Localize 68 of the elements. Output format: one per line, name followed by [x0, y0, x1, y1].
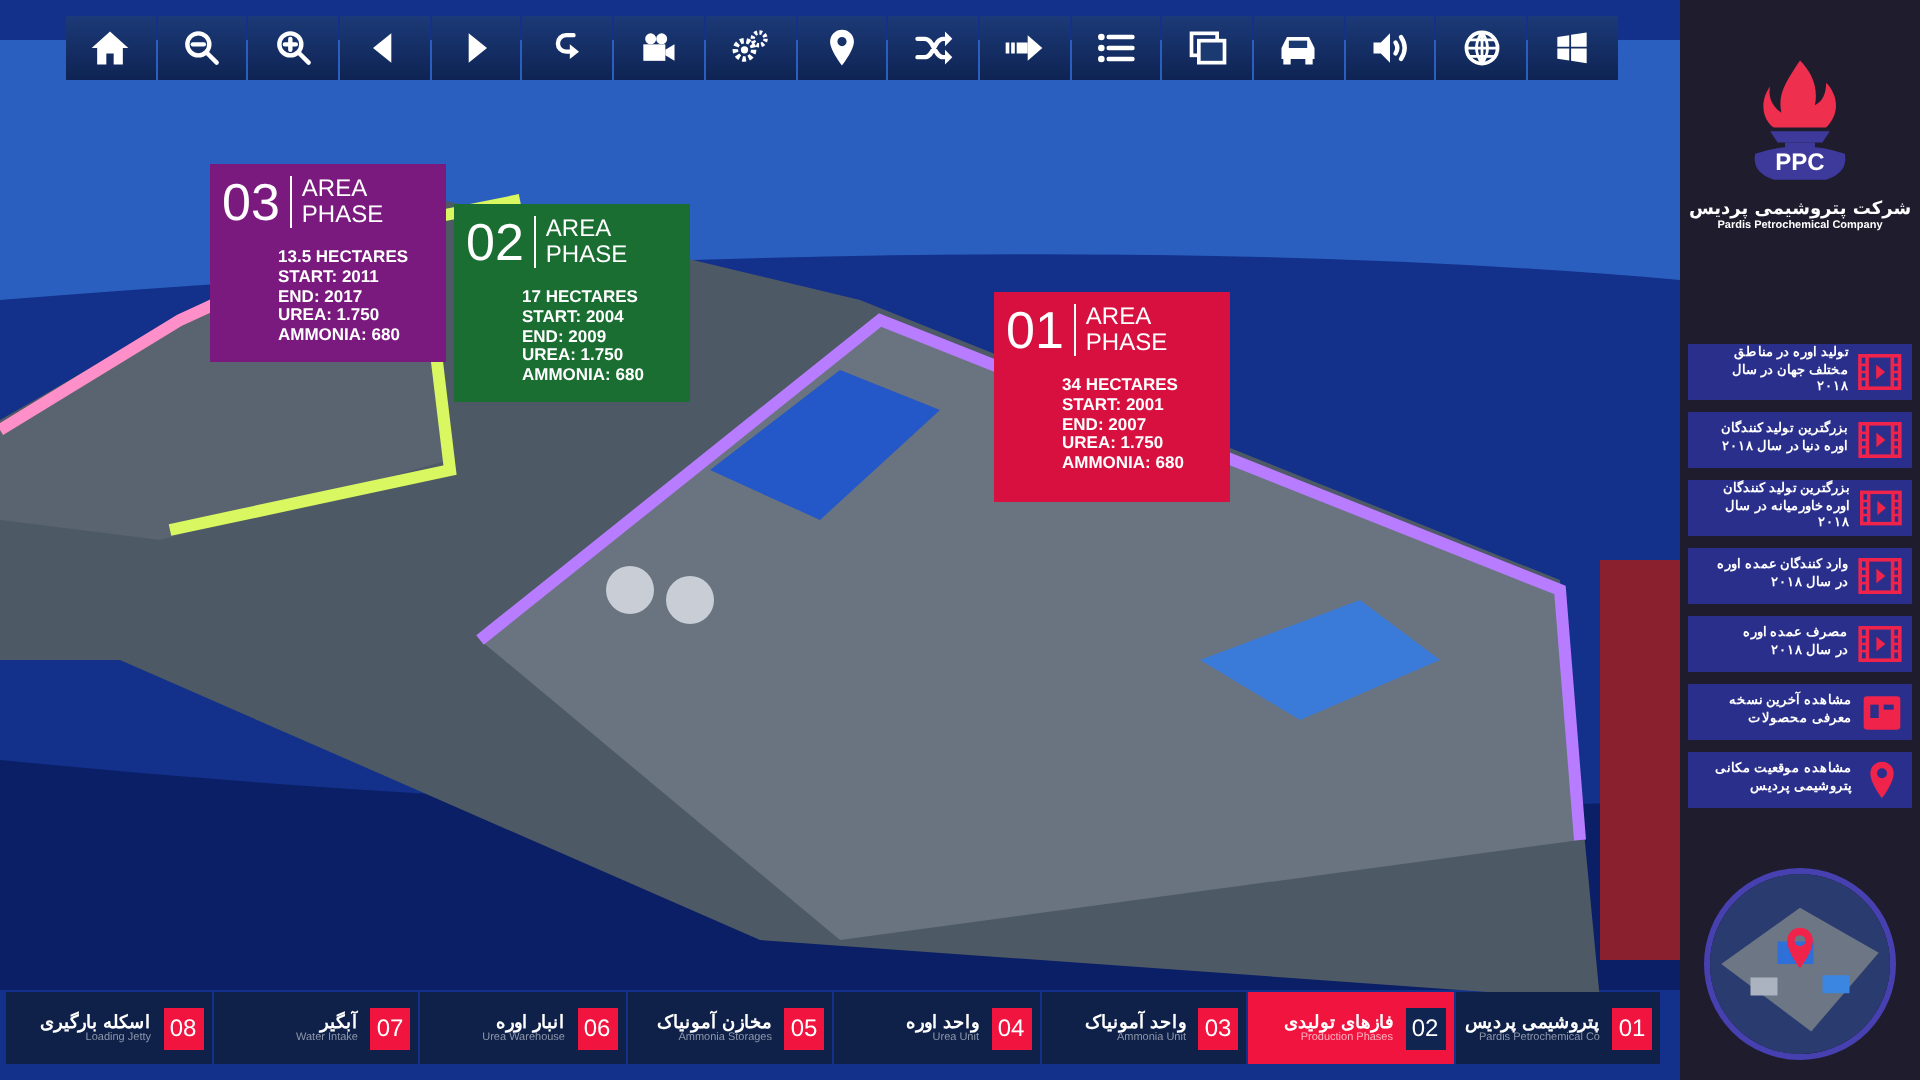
film-icon — [1858, 354, 1902, 390]
location-pin-button[interactable] — [797, 16, 887, 80]
phase-detail: START: 2001 — [1062, 395, 1166, 416]
tab-title: آبگیر — [320, 1012, 358, 1032]
phase-detail: UREA: 1.750 — [278, 306, 382, 327]
zoom-out-icon — [180, 26, 225, 70]
film-icon — [1860, 490, 1902, 526]
tab-title: انبار اوره — [495, 1012, 565, 1032]
tab-number: 06 — [577, 1007, 617, 1049]
zoom-in-button[interactable] — [248, 16, 339, 80]
windows-button[interactable] — [1528, 16, 1618, 80]
phase-detail: END: 2017 — [278, 287, 365, 307]
phase-number: 02 — [466, 216, 536, 268]
zoom-out-button[interactable] — [157, 16, 247, 80]
tab-number: 02 — [1405, 1007, 1445, 1049]
tab-number: 05 — [784, 1007, 824, 1049]
tab-title: واحد اوره — [905, 1012, 979, 1032]
globe-icon — [1459, 26, 1504, 70]
logo-letters: PPC — [1775, 148, 1825, 176]
phase-detail: UREA: 1.750 — [1062, 434, 1166, 455]
photos-icon — [1185, 26, 1230, 70]
tab-number: 03 — [1198, 1007, 1238, 1049]
phase-title: AREA PHASE — [301, 176, 384, 228]
company-name: شرکت پتروشیمی پردیس — [1688, 200, 1912, 220]
shuffle-icon — [911, 26, 956, 70]
tab-number: 07 — [370, 1007, 410, 1049]
zoom-in-icon — [271, 26, 316, 70]
phase-title: AREA PHASE — [545, 216, 628, 268]
phase-detail: END: 2007 — [1062, 415, 1149, 435]
phase-detail: AMMONIA: 680 — [1062, 454, 1186, 474]
phase-title: AREA PHASE — [1085, 304, 1168, 356]
phase-detail: AMMONIA: 680 — [522, 366, 646, 386]
film-icon — [1858, 558, 1902, 594]
tab-title: پتروشیمی پردیس — [1464, 1012, 1600, 1032]
globe-button[interactable] — [1436, 16, 1526, 80]
phase-detail: START: 2011 — [278, 267, 381, 288]
tab-title: واحد آمونیاک — [1084, 1012, 1186, 1032]
phase-detail: END: 2009 — [522, 327, 609, 347]
list-button[interactable] — [1071, 16, 1161, 80]
gears-button[interactable] — [705, 16, 795, 80]
tab-number: 01 — [1612, 1007, 1652, 1049]
car-button[interactable] — [1253, 16, 1344, 80]
tab-title: فازهای تولیدی — [1283, 1012, 1393, 1032]
home-icon — [88, 26, 133, 70]
shuffle-button[interactable] — [888, 16, 978, 80]
phase-detail: 17 HECTARES — [522, 288, 640, 308]
tab-title: مخازن آمونیاک — [656, 1012, 772, 1032]
video-camera-button[interactable] — [614, 16, 704, 80]
tab-number: 08 — [163, 1007, 203, 1049]
tab-number: 04 — [991, 1007, 1031, 1049]
left-arrow-button[interactable] — [340, 16, 430, 80]
photos-button[interactable] — [1162, 16, 1252, 80]
phase-detail: 13.5 HECTARES — [278, 248, 411, 268]
curved-arrow-button[interactable] — [522, 16, 613, 80]
arrow-button[interactable] — [979, 16, 1070, 80]
tab-title: اسکله بارگیری — [39, 1012, 151, 1032]
right-arrow-button[interactable] — [431, 16, 521, 80]
speaker-button[interactable] — [1345, 16, 1435, 80]
phase-number: 01 — [1006, 304, 1076, 356]
phase-detail: UREA: 1.750 — [522, 346, 626, 367]
home-button[interactable] — [66, 16, 156, 80]
document-icon — [1862, 693, 1902, 731]
phase-detail: 34 HECTARES — [1062, 376, 1180, 396]
phase-detail: AMMONIA: 680 — [278, 326, 402, 346]
phase-detail: START: 2004 — [522, 307, 626, 328]
film-icon — [1858, 422, 1902, 458]
film-icon — [1858, 626, 1902, 662]
phase-number: 03 — [222, 176, 292, 228]
